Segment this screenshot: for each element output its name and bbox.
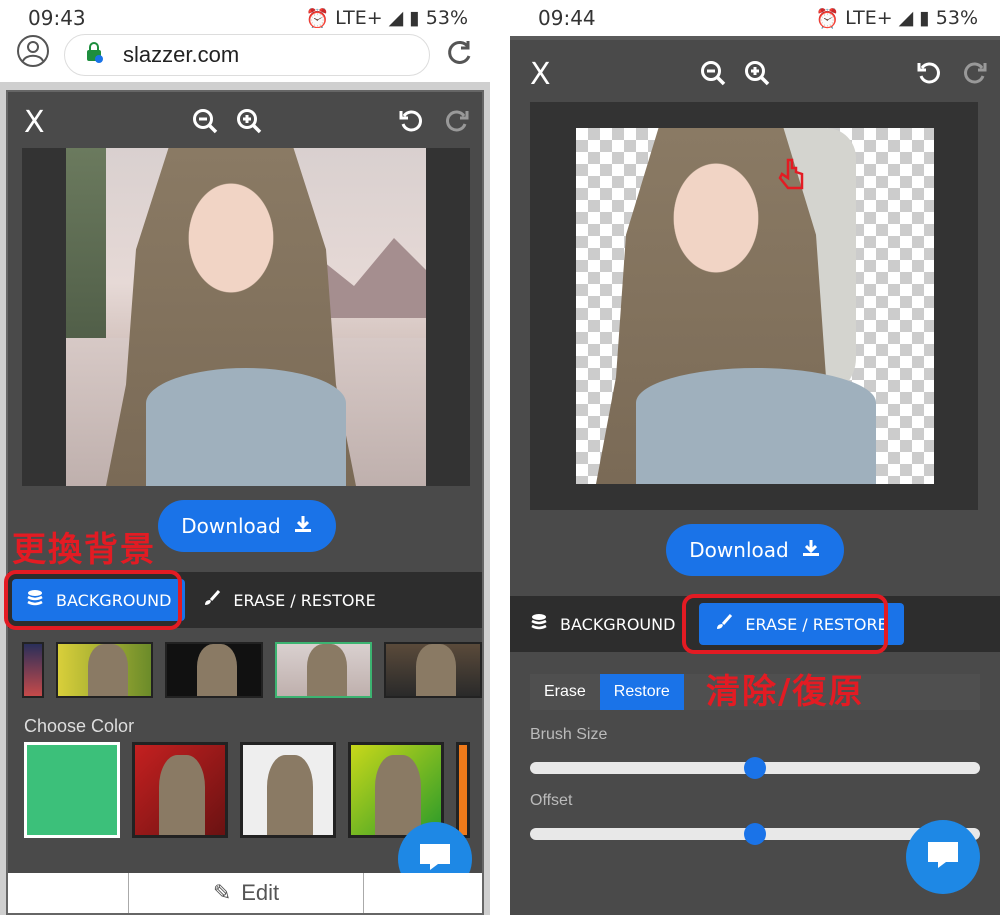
status-time: 09:43 — [28, 6, 86, 30]
background-thumbnail[interactable] — [55, 642, 154, 698]
chat-icon — [418, 842, 452, 877]
undo-icon[interactable] — [398, 108, 424, 139]
download-button[interactable]: Download — [666, 524, 844, 576]
highlight-box — [682, 594, 888, 654]
offset-knob[interactable] — [744, 823, 766, 845]
edit-icon: ✎ — [212, 880, 232, 905]
download-icon — [293, 514, 313, 539]
background-thumbnail[interactable] — [384, 642, 482, 698]
zoom-out-icon[interactable] — [700, 60, 726, 91]
account-icon[interactable] — [16, 34, 50, 76]
network-label: LTE+ — [335, 7, 383, 29]
color-swatch-orange[interactable] — [456, 742, 470, 838]
color-swatch-red[interactable] — [132, 742, 228, 838]
alarm-icon: ⏰ — [815, 7, 840, 30]
battery-icon: ▮ — [919, 7, 930, 29]
url-text: slazzer.com — [123, 42, 240, 67]
redo-icon[interactable] — [962, 60, 988, 91]
layers-icon — [530, 613, 548, 635]
color-swatch-white[interactable] — [240, 742, 336, 838]
erase-mode-button[interactable]: Erase — [530, 674, 600, 710]
image-canvas[interactable] — [530, 102, 978, 510]
restore-mode-button[interactable]: Restore — [599, 674, 684, 710]
background-thumbnail[interactable] — [22, 642, 44, 698]
background-thumbnail-selected[interactable] — [274, 642, 373, 698]
battery-level: 53% — [425, 7, 468, 29]
editor-toolbar: X — [8, 92, 482, 152]
color-swatches — [24, 742, 470, 838]
tab-background[interactable]: BACKGROUND — [516, 603, 689, 645]
edit-label: Edit — [241, 880, 280, 905]
hand-cursor-icon — [772, 156, 812, 201]
alarm-icon: ⏰ — [305, 7, 330, 30]
left-screenshot: 09:43 ⏰ LTE+ ◢ ▮ 53% slazzer.com X Downl… — [0, 0, 490, 915]
image-canvas[interactable] — [22, 148, 470, 486]
color-swatch-green[interactable] — [24, 742, 120, 838]
edited-photo — [66, 148, 426, 486]
editor-panel: X Download 更換背景 BACKGROUND ERASE / RESTO… — [4, 90, 484, 915]
annotation-erase-restore: 清除/復原 — [706, 672, 865, 712]
signal-icon: ◢ — [388, 7, 404, 29]
offset-label: Offset — [530, 792, 573, 809]
status-bar: 09:44 ⏰ LTE+ ◢ ▮ 53% — [510, 0, 1000, 36]
zoom-in-icon[interactable] — [744, 60, 770, 91]
tab-background-label: BACKGROUND — [560, 614, 676, 634]
choose-color-label: Choose Color — [24, 716, 135, 736]
background-thumbnail[interactable] — [165, 642, 263, 698]
chat-button[interactable] — [906, 820, 980, 894]
highlight-box — [4, 570, 182, 630]
lock-icon — [85, 41, 103, 69]
brush-size-knob[interactable] — [744, 757, 766, 779]
right-screenshot: 09:44 ⏰ LTE+ ◢ ▮ 53% X Download BACKGROU… — [510, 0, 1000, 915]
close-button[interactable]: X — [24, 105, 45, 140]
tab-erase-restore[interactable]: ERASE / RESTORE — [189, 579, 389, 621]
brush-icon — [203, 589, 221, 611]
edit-nav-button[interactable]: ✎ Edit — [128, 873, 364, 913]
transparent-canvas — [576, 128, 934, 484]
battery-icon: ▮ — [409, 7, 420, 29]
tab-erase-restore-label: ERASE / RESTORE — [233, 590, 376, 610]
address-bar[interactable]: slazzer.com — [64, 34, 430, 76]
battery-level: 53% — [935, 7, 978, 29]
download-icon — [801, 538, 821, 563]
browser-toolbar: slazzer.com — [0, 28, 490, 82]
redo-icon[interactable] — [444, 108, 470, 139]
undo-icon[interactable] — [916, 60, 942, 91]
editor-panel: X Download BACKGROUND ERASE / RESTORE Er… — [510, 40, 1000, 915]
chat-icon — [926, 840, 960, 875]
status-time: 09:44 — [538, 6, 596, 30]
editor-toolbar: X — [510, 44, 1000, 104]
background-thumbnails — [22, 642, 482, 698]
download-label: Download — [181, 514, 281, 538]
zoom-in-icon[interactable] — [236, 108, 262, 139]
brush-size-slider[interactable] — [530, 757, 980, 779]
download-button[interactable]: Download — [158, 500, 336, 552]
bottom-nav: ✎ Edit — [8, 873, 482, 913]
reload-icon[interactable] — [444, 38, 474, 73]
close-button[interactable]: X — [530, 57, 551, 92]
signal-icon: ◢ — [898, 7, 914, 29]
brush-size-label: Brush Size — [530, 726, 608, 743]
network-label: LTE+ — [845, 7, 893, 29]
annotation-background: 更換背景 — [12, 530, 156, 570]
download-label: Download — [689, 538, 789, 562]
zoom-out-icon[interactable] — [192, 108, 218, 139]
